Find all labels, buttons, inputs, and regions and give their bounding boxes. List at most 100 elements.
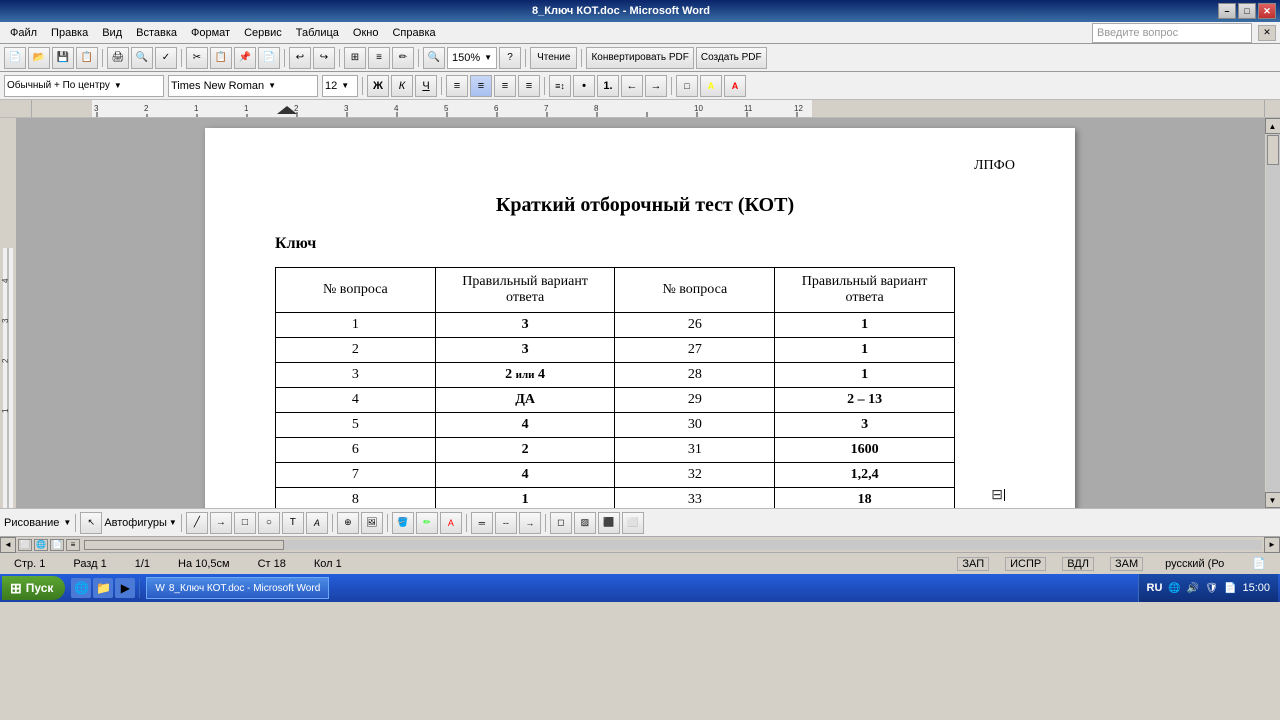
new-btn[interactable]: 📄 bbox=[4, 47, 26, 69]
horizontal-scrollbar[interactable]: ◄ ⬜ 🌐 📄 ≡ ► bbox=[0, 536, 1280, 552]
oval-btn[interactable]: ○ bbox=[258, 512, 280, 534]
line-color-btn[interactable]: ✏ bbox=[416, 512, 438, 534]
size-select[interactable]: 12 ▼ bbox=[322, 75, 358, 97]
select-btn[interactable]: ↖ bbox=[80, 512, 102, 534]
dash-style-btn[interactable]: -- bbox=[495, 512, 517, 534]
vertical-scrollbar[interactable]: ▲ ▼ bbox=[1264, 118, 1280, 508]
create-pdf-btn[interactable]: Создать PDF bbox=[696, 47, 767, 69]
menu-file[interactable]: Файл bbox=[4, 25, 43, 41]
textbox-btn[interactable]: T bbox=[282, 512, 304, 534]
rect-btn[interactable]: □ bbox=[234, 512, 256, 534]
draw-btn[interactable]: ✏ bbox=[392, 47, 414, 69]
copy-btn[interactable]: 📋 bbox=[210, 47, 232, 69]
question-placeholder: Введите вопрос bbox=[1097, 27, 1178, 39]
media-btn[interactable]: ▶ bbox=[115, 578, 135, 598]
clipart-btn[interactable]: 🖼 bbox=[361, 512, 383, 534]
paste-btn[interactable]: 📌 bbox=[234, 47, 256, 69]
scrollbar-thumb-area[interactable] bbox=[1266, 134, 1280, 492]
bold-btn[interactable]: Ж bbox=[367, 75, 389, 97]
ie-btn[interactable]: 🌐 bbox=[71, 578, 91, 598]
zoom-out-btn[interactable]: 🔍 bbox=[423, 47, 445, 69]
minimize-button[interactable]: – bbox=[1218, 3, 1236, 19]
spell-btn[interactable]: ✓ bbox=[155, 47, 177, 69]
scroll-left-btn[interactable]: ◄ bbox=[0, 537, 16, 553]
menu-service[interactable]: Сервис bbox=[238, 25, 288, 41]
svg-text:11: 11 bbox=[744, 104, 753, 113]
autoshapes-arrow[interactable]: ▼ bbox=[169, 518, 177, 527]
maximize-button[interactable]: □ bbox=[1238, 3, 1256, 19]
line-style-btn[interactable]: ═ bbox=[471, 512, 493, 534]
align-left-btn[interactable]: ≡ bbox=[446, 75, 468, 97]
svg-text:3: 3 bbox=[1, 318, 10, 323]
arrow-style-btn[interactable]: → bbox=[519, 512, 541, 534]
menu-table[interactable]: Таблица bbox=[290, 25, 345, 41]
print-preview-btn[interactable]: 🔍 bbox=[131, 47, 153, 69]
menu-view[interactable]: Вид bbox=[96, 25, 128, 41]
help-close-icon[interactable]: ✕ bbox=[1258, 25, 1276, 41]
cols-btn[interactable]: ≡ bbox=[368, 47, 390, 69]
fill-color-btn[interactable]: 🪣 bbox=[392, 512, 414, 534]
redo-btn[interactable]: ↪ bbox=[313, 47, 335, 69]
active-window-btn[interactable]: W 8_Ключ КОТ.doc - Microsoft Word bbox=[146, 577, 329, 599]
outline-view-btn[interactable]: ≡ bbox=[66, 539, 80, 551]
cut-btn[interactable]: ✂ bbox=[186, 47, 208, 69]
scroll-up-btn[interactable]: ▲ bbox=[1265, 118, 1280, 134]
font-color-btn2[interactable]: A bbox=[440, 512, 462, 534]
italic-btn[interactable]: К bbox=[391, 75, 413, 97]
close-button[interactable]: ✕ bbox=[1258, 3, 1276, 19]
a32: 1,2,4 bbox=[775, 463, 955, 488]
underline-btn[interactable]: Ч bbox=[415, 75, 437, 97]
undo-btn[interactable]: ↩ bbox=[289, 47, 311, 69]
style-select[interactable]: Обычный + По центру ▼ bbox=[4, 75, 164, 97]
hscroll-track[interactable] bbox=[84, 540, 1262, 550]
menu-help[interactable]: Справка bbox=[386, 25, 441, 41]
highlight-btn[interactable]: A bbox=[700, 75, 722, 97]
explorer-btn[interactable]: 📁 bbox=[93, 578, 113, 598]
convert-pdf-btn[interactable]: Конвертировать PDF bbox=[586, 47, 693, 69]
font-select[interactable]: Times New Roman ▼ bbox=[168, 75, 318, 97]
wordart-btn[interactable]: A bbox=[306, 512, 328, 534]
scroll-right-btn[interactable]: ► bbox=[1264, 537, 1280, 553]
scroll-down-btn[interactable]: ▼ bbox=[1265, 492, 1280, 508]
align-center-btn[interactable]: ≡ bbox=[470, 75, 492, 97]
menu-window[interactable]: Окно bbox=[347, 25, 385, 41]
3d-btn[interactable]: ⬛ bbox=[598, 512, 620, 534]
normal-view-btn[interactable]: ⬜ bbox=[18, 539, 32, 551]
web-view-btn[interactable]: 🌐 bbox=[34, 539, 48, 551]
drawing-arrow[interactable]: ▼ bbox=[63, 518, 71, 527]
diagram-btn[interactable]: ⊕ bbox=[337, 512, 359, 534]
question-input[interactable]: Введите вопрос bbox=[1092, 23, 1252, 43]
zoom-help-btn[interactable]: ? bbox=[499, 47, 521, 69]
line-spacing-btn[interactable]: ≡↕ bbox=[549, 75, 571, 97]
bullets-btn[interactable]: • bbox=[573, 75, 595, 97]
menu-format[interactable]: Формат bbox=[185, 25, 236, 41]
save-as-btn[interactable]: 📋 bbox=[76, 47, 98, 69]
draw-sep3 bbox=[332, 514, 333, 532]
table-btn[interactable]: ⊞ bbox=[344, 47, 366, 69]
3d2-btn[interactable]: ⬜ bbox=[622, 512, 644, 534]
save-btn[interactable]: 💾 bbox=[52, 47, 74, 69]
numbering-btn[interactable]: 1. bbox=[597, 75, 619, 97]
open-btn[interactable]: 📂 bbox=[28, 47, 50, 69]
svg-text:2: 2 bbox=[1, 358, 10, 363]
shadow2-btn[interactable]: ▨ bbox=[574, 512, 596, 534]
align-right-btn[interactable]: ≡ bbox=[494, 75, 516, 97]
paste-special-btn[interactable]: 📄 bbox=[258, 47, 280, 69]
arrow-btn[interactable]: → bbox=[210, 512, 232, 534]
zoom-select[interactable]: 150% ▼ bbox=[447, 47, 497, 69]
decrease-indent-btn[interactable]: ← bbox=[621, 75, 643, 97]
increase-indent-btn[interactable]: → bbox=[645, 75, 667, 97]
hscroll-thumb[interactable] bbox=[84, 540, 284, 550]
scrollbar-thumb[interactable] bbox=[1267, 135, 1279, 165]
start-button[interactable]: ⊞ Пуск bbox=[2, 576, 65, 600]
print-view-btn[interactable]: 📄 bbox=[50, 539, 64, 551]
menu-insert[interactable]: Вставка bbox=[130, 25, 183, 41]
menu-edit[interactable]: Правка bbox=[45, 25, 94, 41]
read-mode-btn[interactable]: Чтение bbox=[530, 47, 577, 69]
shadow-btn[interactable]: ◻ bbox=[550, 512, 572, 534]
font-color-btn[interactable]: A bbox=[724, 75, 746, 97]
border-btn[interactable]: □ bbox=[676, 75, 698, 97]
print-btn[interactable]: 🖨 bbox=[107, 47, 129, 69]
align-justify-btn[interactable]: ≡ bbox=[518, 75, 540, 97]
line-btn[interactable]: ╱ bbox=[186, 512, 208, 534]
